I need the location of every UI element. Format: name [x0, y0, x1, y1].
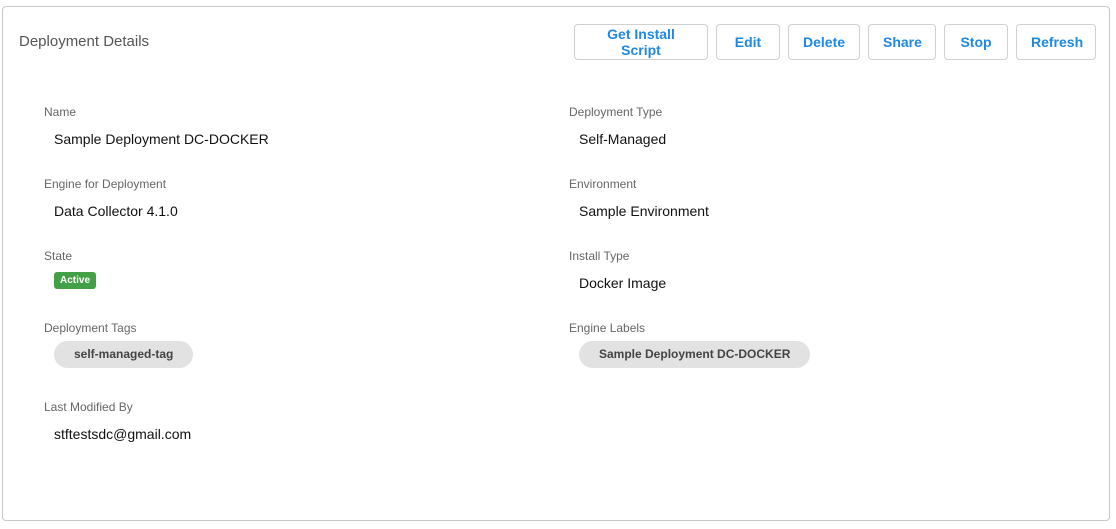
stop-button[interactable]: Stop — [944, 24, 1008, 60]
name-label: Name — [44, 105, 77, 119]
get-install-script-button[interactable]: Get Install Script — [574, 24, 708, 60]
delete-button[interactable]: Delete — [788, 24, 860, 60]
last-modified-by-label: Last Modified By — [44, 400, 133, 414]
name-value: Sample Deployment DC-DOCKER — [54, 131, 269, 147]
edit-button[interactable]: Edit — [716, 24, 780, 60]
toolbar: Get Install Script Edit Delete Share Sto… — [574, 24, 1096, 60]
environment-value: Sample Environment — [579, 203, 709, 219]
page-title: Deployment Details — [19, 33, 150, 50]
deployment-details-card: Deployment Details Get Install Script Ed… — [2, 6, 1110, 521]
deployment-type-label: Deployment Type — [569, 105, 663, 119]
environment-label: Environment — [569, 177, 637, 191]
engine-value: Data Collector 4.1.0 — [54, 203, 178, 219]
engine-label-chip: Sample Deployment DC-DOCKER — [579, 341, 811, 368]
share-button[interactable]: Share — [868, 24, 936, 60]
install-type-label: Install Type — [569, 249, 630, 263]
status-badge: Active — [54, 272, 97, 289]
last-modified-by-value: stftestsdc@gmail.com — [54, 426, 192, 442]
deployment-tag-chip: self-managed-tag — [54, 341, 194, 368]
engine-label: Engine for Deployment — [44, 177, 167, 191]
engine-labels-label: Engine Labels — [569, 321, 646, 335]
state-label: State — [44, 249, 73, 263]
refresh-button[interactable]: Refresh — [1016, 24, 1096, 60]
install-type-value: Docker Image — [579, 275, 667, 291]
deployment-tags-label: Deployment Tags — [44, 321, 137, 335]
deployment-type-value: Self-Managed — [579, 131, 667, 147]
